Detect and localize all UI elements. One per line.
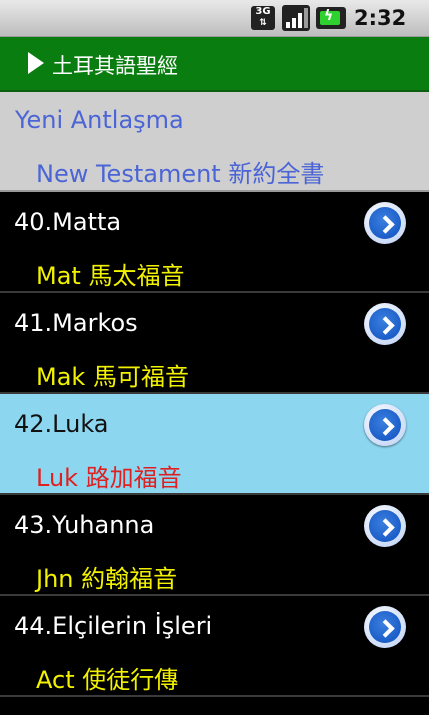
group-name-english: New Testament 新約全書 [36,160,325,188]
book-subtitle: Mak 馬可福音 [36,363,189,391]
book-title: 42.Luka [14,410,109,438]
book-row-selected[interactable]: 42.Luka Luk 路加福音 [0,394,429,495]
book-row[interactable]: 44.Elçilerin İşleri Act 使徒行傳 [0,596,429,697]
book-row[interactable]: 40.Matta Mat 馬太福音 [0,192,429,293]
book-subtitle: Luk 路加福音 [36,464,182,492]
signal-icon [282,5,310,31]
clock-time: 2:32 [354,6,407,30]
book-title: 41.Markos [14,309,138,337]
app-title: 土耳其語聖經 [52,54,178,78]
group-name-turkish: Yeni Antlaşma [15,106,184,134]
book-title: 44.Elçilerin İşleri [14,612,213,640]
play-arrow-icon [28,52,44,74]
book-subtitle: Jhn 約翰福音 [36,565,178,593]
3g-data-icon: 3G ⇅ [251,6,275,30]
book-list: 40.Matta Mat 馬太福音 41.Markos Mak 馬可福音 42.… [0,192,429,697]
arrow-right-circle-icon[interactable] [364,404,406,446]
arrow-right-circle-icon[interactable] [364,303,406,345]
app-title-bar: 土耳其語聖經 [0,37,429,92]
book-title: 40.Matta [14,208,122,236]
arrow-right-circle-icon[interactable] [364,202,406,244]
book-title: 43.Yuhanna [14,511,155,539]
network-type: 3G [255,6,271,17]
arrow-right-circle-icon[interactable] [364,606,406,648]
arrow-right-circle-icon[interactable] [364,505,406,547]
book-subtitle: Mat 馬太福音 [36,262,185,290]
battery-charging-icon: ϟ [316,7,346,29]
book-row[interactable]: 41.Markos Mak 馬可福音 [0,293,429,394]
book-row[interactable]: 43.Yuhanna Jhn 約翰福音 [0,495,429,596]
book-subtitle: Act 使徒行傳 [36,666,179,694]
status-bar: 3G ⇅ ϟ 2:32 PM [0,0,429,52]
testament-group-header[interactable]: Yeni Antlaşma New Testament 新約全書 [0,92,429,192]
